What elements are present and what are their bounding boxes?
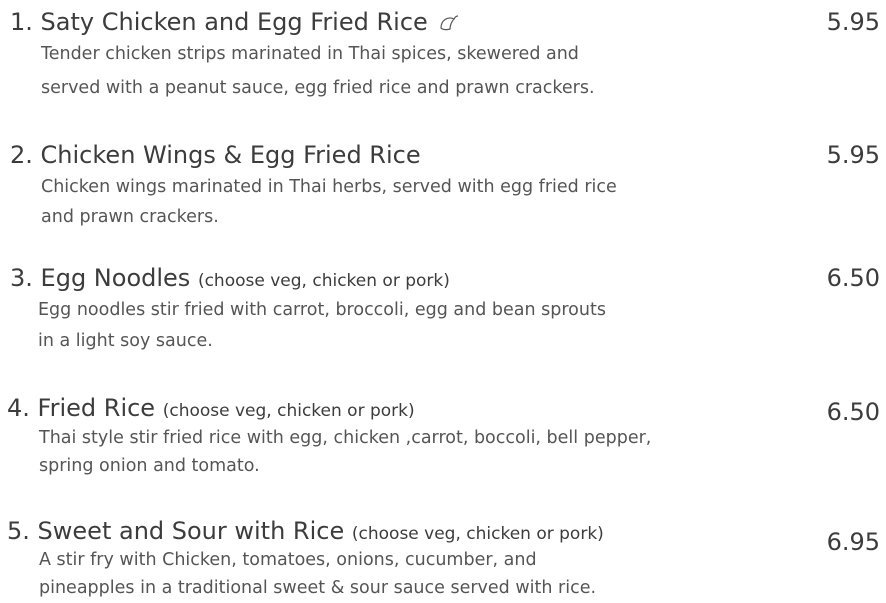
item-note: (choose veg, chicken or pork) [351,524,604,544]
menu-list: 1. Saty Chicken and Egg Fried Rice 5.95 … [0,0,886,603]
item-description-line-2: in a light soy sauce. [38,331,213,351]
item-number: 4. [7,394,30,422]
item-number: 2. [10,141,33,169]
item-description-line-2: spring onion and tomato. [39,456,260,476]
item-name: Chicken Wings & Egg Fried Rice [40,141,421,169]
item-name: Sweet and Sour with Rice [37,517,345,545]
item-price: 6.50 [826,264,880,292]
item-description-line-1: Tender chicken strips marinated in Thai … [41,44,579,64]
item-note: (choose veg, chicken or pork) [162,401,415,421]
item-price: 6.95 [826,528,880,556]
item-title: 2. Chicken Wings & Egg Fried Rice [10,140,421,170]
item-description-line-1: Thai style stir fried rice with egg, chi… [39,428,652,448]
item-description-line-1: Egg noodles stir fried with carrot, broc… [38,300,606,320]
item-title: 5. Sweet and Sour with Rice (choose veg,… [7,516,604,549]
item-description-line-2: and prawn crackers. [41,207,219,227]
item-description-line-1: A stir fry with Chicken, tomatoes, onion… [39,550,537,570]
item-description-line-2: pineapples in a traditional sweet & sour… [39,578,597,598]
item-number: 3. [10,264,33,292]
item-price: 5.95 [826,141,880,169]
item-name: Egg Noodles [40,264,191,292]
item-note: (choose veg, chicken or pork) [197,271,450,291]
item-title: 4. Fried Rice (choose veg, chicken or po… [7,393,415,426]
item-title: 3. Egg Noodles (choose veg, chicken or p… [10,263,450,296]
item-title: 1. Saty Chicken and Egg Fried Rice [10,7,459,37]
item-price: 5.95 [826,8,880,36]
chili-icon [440,15,459,31]
item-name: Saty Chicken and Egg Fried Rice [40,8,428,36]
item-description-line-2: served with a peanut sauce, egg fried ri… [41,78,595,98]
item-price: 6.50 [826,398,880,426]
item-name: Fried Rice [37,394,156,422]
item-description-line-1: Chicken wings marinated in Thai herbs, s… [41,177,617,197]
item-number: 1. [10,8,33,36]
item-number: 5. [7,517,30,545]
